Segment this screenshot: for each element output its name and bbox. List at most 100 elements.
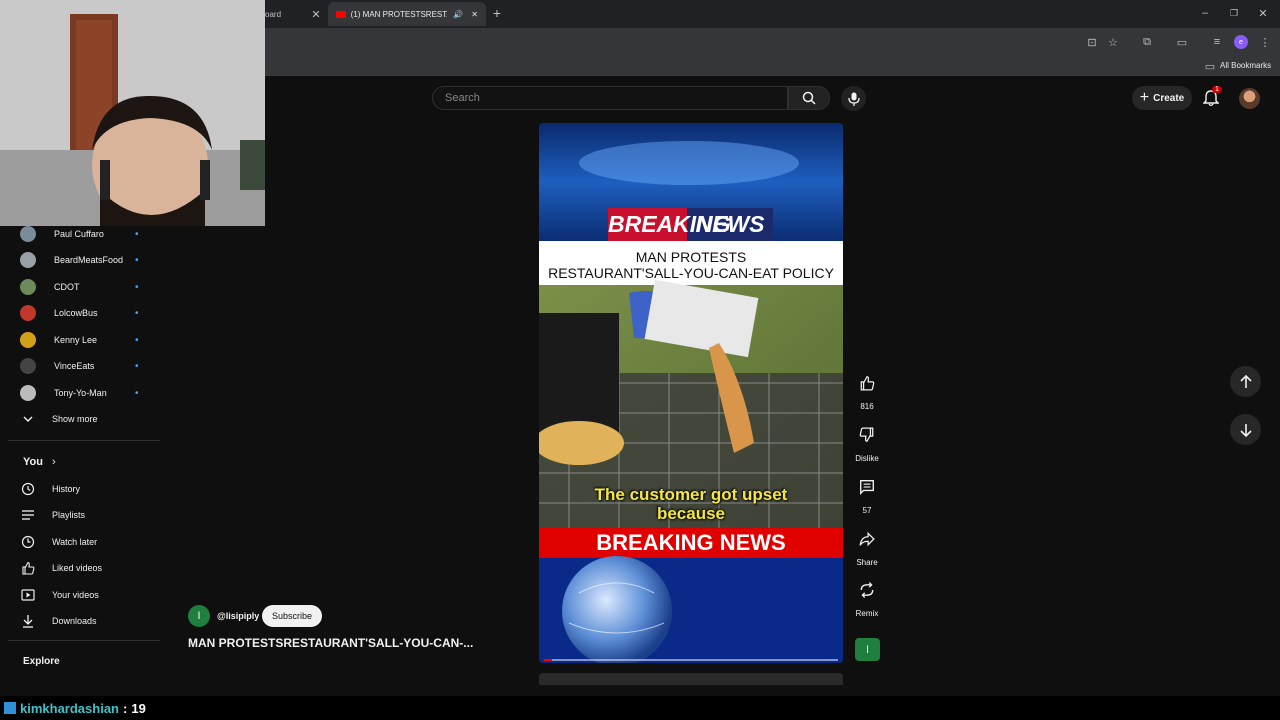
sidebar-sub-item[interactable]: VinceEats •: [20, 356, 139, 376]
sidebar-item-downloads[interactable]: Downloads: [20, 611, 97, 631]
breaking-banner-bottom: BREAKING NEWS: [596, 530, 786, 555]
install-app-icon[interactable]: ⊡: [1085, 35, 1099, 49]
downloads-icon: [20, 613, 36, 629]
arrow-up-icon: [1239, 374, 1252, 388]
close-tab-icon[interactable]: ✕: [309, 7, 323, 21]
minimize-icon[interactable]: –: [1198, 6, 1212, 20]
thumbs-down-icon: [852, 420, 882, 450]
account-avatar[interactable]: [1239, 88, 1260, 109]
sidebar-item-your-videos[interactable]: Your videos: [20, 585, 99, 605]
new-tab-icon[interactable]: +: [490, 5, 504, 21]
sidebar-item-label: Your videos: [52, 590, 99, 600]
remix-label: Remix: [855, 609, 879, 618]
sidebar-sub-item[interactable]: LolcowBus •: [20, 303, 139, 323]
chat-badge-icon: [4, 702, 16, 714]
like-count: 816: [860, 402, 874, 411]
menu-kebab-icon[interactable]: ⋮: [1258, 35, 1272, 49]
all-bookmarks-link[interactable]: All Bookmarks: [1220, 61, 1271, 70]
sidebar-item-history[interactable]: History: [20, 479, 80, 499]
close-window-icon[interactable]: ✕: [1256, 6, 1270, 20]
notifications-button[interactable]: 1: [1202, 86, 1222, 107]
channel-name: VinceEats: [54, 361, 95, 371]
dislike-label: Dislike: [855, 454, 879, 463]
short-video-player[interactable]: BREAKING NEWS MAN PROTESTS RESTAURANT'SA…: [539, 123, 843, 663]
sidebar-sub-item[interactable]: CDOT •: [20, 277, 139, 297]
search-icon: [802, 91, 816, 105]
comments-button[interactable]: 57: [852, 472, 882, 515]
channel-handle[interactable]: @lisipiply: [217, 611, 259, 621]
your-videos-icon: [20, 587, 36, 603]
search-button[interactable]: [788, 86, 830, 110]
breaking-banner-right: NEWS: [695, 211, 765, 237]
close-tab-icon[interactable]: ✕: [471, 10, 478, 19]
folder-icon: ▭: [1204, 60, 1216, 73]
bookmark-star-icon[interactable]: ☆: [1106, 35, 1120, 49]
create-button[interactable]: + Create: [1132, 86, 1192, 110]
profile-avatar[interactable]: e: [1234, 35, 1248, 49]
restore-icon[interactable]: ❐: [1227, 6, 1241, 20]
create-label: Create: [1153, 92, 1185, 104]
playlists-icon: [20, 507, 36, 523]
channel-name: CDOT: [54, 282, 80, 292]
sidebar-divider: [8, 640, 160, 641]
subscribe-button[interactable]: Subscribe: [262, 605, 323, 627]
voice-search-button[interactable]: [841, 86, 866, 111]
sidepanel-icon[interactable]: ▭: [1175, 35, 1189, 49]
audio-source-thumbnail[interactable]: I: [855, 638, 880, 661]
extensions-icon[interactable]: ⧉: [1140, 35, 1154, 49]
plus-icon: +: [1139, 89, 1150, 106]
new-content-dot: •: [135, 254, 139, 266]
arrow-down-icon: [1239, 423, 1252, 437]
new-content-dot: •: [135, 307, 139, 319]
sidebar-item-label: Liked videos: [52, 563, 103, 573]
short-title[interactable]: MAN PROTESTSRESTAURANT'SALL-YOU-CAN-...: [188, 636, 473, 650]
previous-short-button[interactable]: [1230, 366, 1261, 397]
notification-badge: 1: [1212, 86, 1222, 93]
thumbs-up-icon: [852, 368, 882, 398]
audio-playing-icon[interactable]: 🔊: [453, 10, 463, 19]
microphone-icon: [847, 92, 860, 106]
sidebar-item-label: Watch later: [52, 537, 98, 547]
sidebar-item-liked-videos[interactable]: Liked videos: [20, 558, 102, 578]
show-more-button[interactable]: Show more: [20, 409, 98, 429]
comment-icon: [852, 472, 882, 502]
headline-line1: MAN PROTESTS: [635, 249, 747, 265]
search-input[interactable]: Search: [432, 86, 788, 110]
sidebar-item-label: History: [52, 484, 81, 494]
share-button[interactable]: Share: [852, 524, 882, 567]
short-video-frame: [539, 123, 843, 663]
new-content-dot: •: [135, 387, 139, 399]
next-short-preview[interactable]: [539, 673, 843, 685]
sidebar-item-label: Playlists: [52, 510, 86, 520]
chat-username: kimkhardashian: [20, 700, 119, 716]
dislike-button[interactable]: Dislike: [852, 420, 882, 463]
headline-line2: RESTAURANT'SALL-YOU-CAN-EAT POLICY: [548, 265, 834, 281]
chat-message: 19: [131, 700, 146, 716]
sidebar-sub-item[interactable]: BeardMeatsFood •: [20, 250, 139, 270]
like-button[interactable]: 816: [852, 368, 882, 411]
share-label: Share: [856, 558, 878, 567]
sidebar-sub-item[interactable]: Paul Cuffaro •: [20, 224, 139, 244]
sidebar-sub-item[interactable]: Tony-Yo-Man •: [20, 383, 139, 403]
sidebar-sub-item[interactable]: Kenny Lee •: [20, 330, 139, 350]
channel-avatar: [20, 358, 36, 374]
sidebar-you-heading[interactable]: You ›: [23, 456, 56, 468]
sidebar-divider: [8, 440, 160, 441]
remix-icon: [852, 575, 882, 605]
channel-avatar[interactable]: I: [188, 605, 210, 627]
channel-avatar: [20, 385, 36, 401]
tab-background[interactable]: oard: [265, 4, 281, 24]
tab-background-label: oard: [265, 9, 282, 19]
chevron-down-icon: [20, 411, 36, 427]
you-label: You: [23, 456, 43, 468]
media-control-icon[interactable]: ≡: [1210, 35, 1224, 49]
tab-active[interactable]: (1) MAN PROTESTSRESTAU 🔊 ✕: [328, 2, 486, 26]
remix-button[interactable]: Remix: [852, 575, 882, 618]
next-short-button[interactable]: [1230, 414, 1261, 445]
sidebar-item-label: Downloads: [52, 616, 97, 626]
sidebar-item-watch-later[interactable]: Watch later: [20, 532, 97, 552]
tab-active-title: (1) MAN PROTESTSRESTAU: [350, 9, 448, 19]
chat-separator: :: [123, 700, 128, 716]
chevron-right-icon: ›: [52, 456, 56, 468]
sidebar-item-playlists[interactable]: Playlists: [20, 505, 85, 525]
